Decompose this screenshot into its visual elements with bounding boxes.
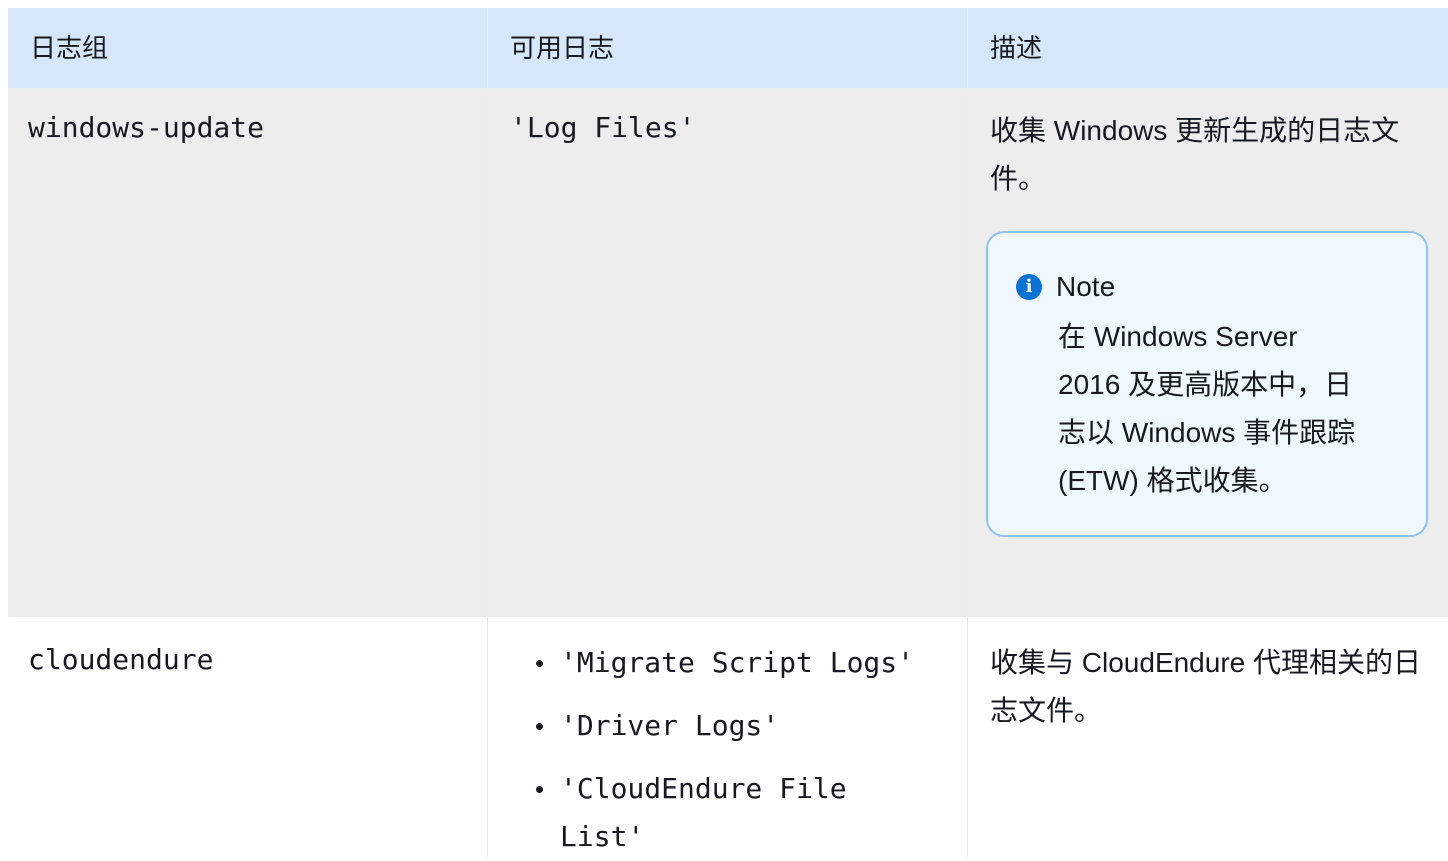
description-text: 收集 Windows 更新生成的日志文件。	[990, 115, 1400, 194]
description-cell: 收集与 CloudEndure 代理相关的日志文件。	[968, 617, 1448, 858]
note-callout: i Note 在 Windows Server 2016 及更高版本中，日志以 …	[986, 231, 1428, 537]
available-log-item: 'Log Files'	[510, 111, 696, 144]
log-group-cell: cloudendure	[8, 617, 488, 858]
header-available-logs: 可用日志	[488, 8, 968, 88]
list-item: 'Driver Logs'	[536, 702, 947, 755]
available-logs-list: 'Migrate Script Logs' 'Driver Logs' 'Clo…	[508, 639, 947, 861]
available-log-item: 'Driver Logs'	[560, 709, 780, 742]
available-logs-cell: 'Migrate Script Logs' 'Driver Logs' 'Clo…	[488, 617, 968, 858]
description-cell: 收集 Windows 更新生成的日志文件。 i Note 在 Windows S…	[968, 89, 1448, 616]
list-item: 'CloudEndure File List'	[536, 765, 947, 861]
available-log-item: 'CloudEndure File List'	[560, 772, 847, 853]
table-row: cloudendure 'Migrate Script Logs' 'Drive…	[8, 617, 1448, 858]
table-header-row: 日志组 可用日志 描述	[8, 8, 1448, 89]
available-logs-cell: 'Log Files'	[488, 89, 968, 616]
note-title: Note	[1056, 271, 1116, 302]
available-log-item: 'Migrate Script Logs'	[560, 646, 915, 679]
log-group-cell: windows-update	[8, 89, 488, 616]
note-body: 在 Windows Server 2016 及更高版本中，日志以 Windows…	[1058, 321, 1356, 496]
info-icon: i	[1016, 274, 1042, 300]
log-group-name: windows-update	[28, 111, 265, 144]
header-description: 描述	[990, 33, 1043, 63]
table-row: windows-update 'Log Files' 收集 Windows 更新…	[8, 89, 1448, 617]
description-text: 收集与 CloudEndure 代理相关的日志文件。	[990, 647, 1422, 726]
list-item: 'Migrate Script Logs'	[536, 639, 947, 692]
log-groups-table: 日志组 可用日志 描述 windows-update 'Log Files' 收…	[8, 8, 1448, 858]
log-group-name: cloudendure	[28, 643, 214, 676]
note-header: i Note	[1016, 269, 1406, 305]
header-log-group: 日志组	[8, 8, 488, 88]
